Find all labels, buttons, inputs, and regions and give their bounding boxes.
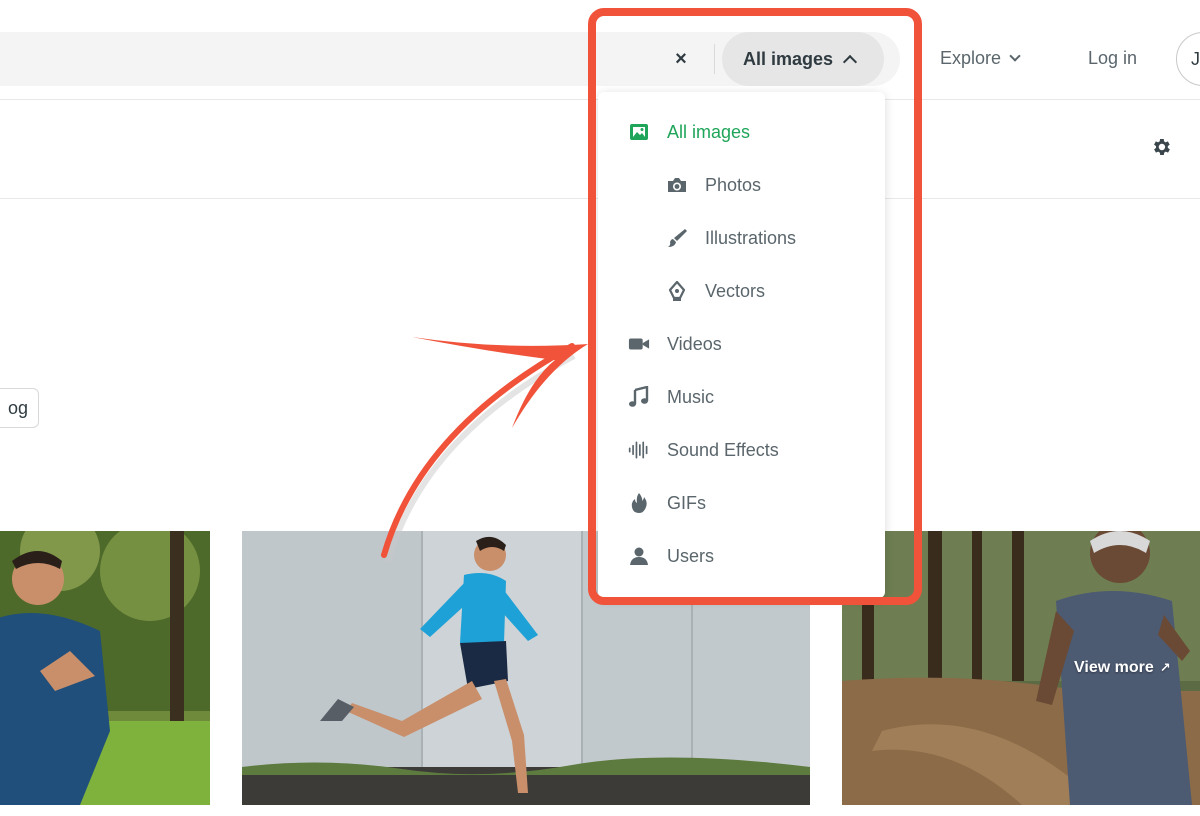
music-note-icon: [628, 386, 650, 408]
media-type-select-label: All images: [743, 48, 834, 69]
menu-item-sound-effects[interactable]: Sound Effects: [598, 430, 885, 470]
join-button[interactable]: J: [1176, 32, 1200, 86]
photo-runner-park: [0, 531, 210, 805]
media-type-select[interactable]: All images: [722, 32, 884, 86]
flame-icon: [628, 492, 650, 514]
brush-icon: [666, 227, 688, 249]
explore-label: Explore: [940, 48, 1002, 68]
divider: [714, 44, 715, 74]
view-more-label: View more: [1074, 659, 1154, 676]
photo-card[interactable]: [0, 531, 210, 805]
menu-item-videos[interactable]: Videos: [598, 324, 885, 364]
menu-item-gifs[interactable]: GIFs: [598, 483, 885, 523]
photo-card[interactable]: View more ↗: [842, 531, 1200, 805]
video-camera-icon: [628, 333, 650, 355]
related-tag-chip[interactable]: og: [0, 388, 39, 428]
chevron-up-icon: [842, 54, 858, 69]
chevron-down-icon: [1009, 50, 1021, 62]
menu-item-users[interactable]: Users: [598, 536, 885, 576]
external-link-icon: ↗: [1159, 660, 1171, 675]
explore-menu[interactable]: Explore: [940, 48, 1021, 69]
login-link[interactable]: Log in: [1088, 48, 1137, 69]
image-icon: [628, 121, 650, 143]
pen-nib-icon: [666, 280, 688, 302]
menu-item-music[interactable]: Music: [598, 377, 885, 417]
clear-search-button[interactable]: ×: [668, 46, 694, 72]
top-header: × All images Explore Log in J: [0, 0, 1200, 100]
menu-item-illustrations[interactable]: Illustrations: [598, 218, 885, 258]
menu-item-all-images[interactable]: All images: [598, 112, 885, 152]
camera-icon: [666, 174, 688, 196]
settings-gear-icon[interactable]: [1150, 136, 1172, 158]
media-type-dropdown: All images Photos Illustrations Vectors …: [598, 92, 885, 598]
user-icon: [628, 545, 650, 567]
waveform-icon: [628, 439, 650, 461]
menu-item-vectors[interactable]: Vectors: [598, 271, 885, 311]
menu-item-photos[interactable]: Photos: [598, 165, 885, 205]
view-more-link[interactable]: View more ↗: [1074, 659, 1171, 677]
